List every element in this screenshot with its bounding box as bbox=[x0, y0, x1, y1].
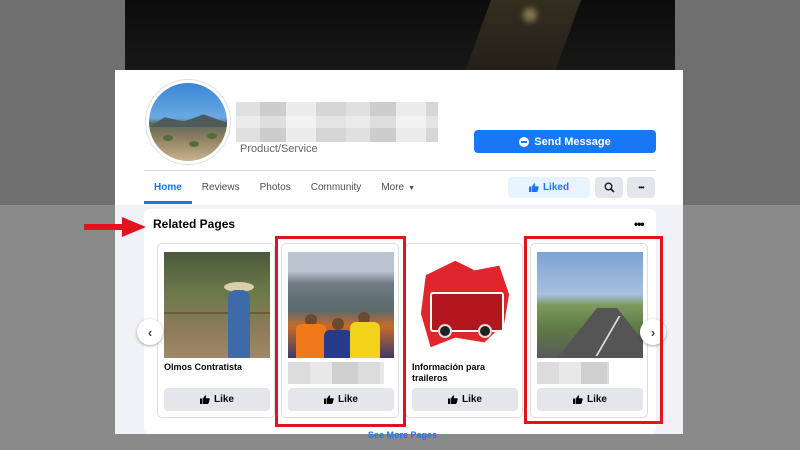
messenger-icon bbox=[519, 136, 530, 147]
ellipsis-icon: ••• bbox=[638, 183, 644, 192]
related-page-image[interactable] bbox=[412, 252, 518, 358]
search-icon bbox=[604, 182, 615, 193]
tab-reviews-label: Reviews bbox=[201, 182, 240, 193]
highlight-box bbox=[524, 236, 663, 424]
more-options-button[interactable]: ••• bbox=[627, 177, 655, 198]
image-person bbox=[228, 290, 250, 358]
like-label: Like bbox=[461, 394, 482, 405]
image-wheel bbox=[438, 324, 452, 338]
send-message-label: Send Message bbox=[534, 135, 611, 148]
profile-picture[interactable] bbox=[146, 80, 230, 164]
search-button[interactable] bbox=[595, 177, 623, 198]
like-button[interactable]: Like bbox=[412, 388, 518, 411]
red-arrow-icon bbox=[84, 217, 146, 237]
related-pages-more-icon[interactable]: ••• bbox=[634, 217, 645, 231]
page-tabs: Home Reviews Photos Community More ▼ bbox=[144, 176, 425, 204]
liked-label: Liked bbox=[542, 182, 570, 193]
related-page-card[interactable]: Olmos Contratista Like bbox=[157, 243, 275, 418]
tab-photos-label: Photos bbox=[259, 182, 291, 193]
tab-home-label: Home bbox=[154, 182, 182, 193]
thumbs-up-icon bbox=[447, 395, 458, 404]
tab-photos[interactable]: Photos bbox=[250, 176, 301, 204]
see-more-pages-link[interactable]: See More Pages bbox=[368, 430, 437, 440]
thumbs-up-icon bbox=[199, 395, 210, 404]
image-fence bbox=[164, 312, 270, 314]
liked-button[interactable]: Liked bbox=[508, 177, 590, 198]
carousel-prev-button[interactable]: ‹ bbox=[137, 319, 163, 345]
tab-more[interactable]: More ▼ bbox=[371, 176, 425, 204]
nav-divider bbox=[144, 170, 656, 171]
tab-home[interactable]: Home bbox=[144, 176, 192, 204]
cover-light bbox=[523, 8, 537, 22]
page-name-blurred bbox=[236, 102, 438, 142]
page-category: Product/Service bbox=[240, 143, 318, 155]
related-page-name[interactable]: Olmos Contratista bbox=[164, 362, 270, 373]
thumbs-up-icon bbox=[528, 183, 539, 192]
chevron-left-icon: ‹ bbox=[147, 324, 153, 340]
avatar-mountain bbox=[149, 114, 227, 127]
avatar-shrub bbox=[163, 135, 173, 141]
image-wheel bbox=[478, 324, 492, 338]
send-message-button[interactable]: Send Message bbox=[474, 130, 656, 153]
avatar-shrub bbox=[189, 141, 199, 147]
related-page-name[interactable]: Información para traileros bbox=[412, 362, 518, 384]
tab-community-label: Community bbox=[310, 182, 362, 193]
related-page-image[interactable] bbox=[164, 252, 270, 358]
like-label: Like bbox=[213, 394, 234, 405]
related-page-card[interactable]: Información para traileros Like bbox=[405, 243, 523, 418]
caret-down-icon: ▼ bbox=[408, 185, 416, 192]
tab-more-label: More bbox=[381, 182, 405, 193]
related-pages-title: Related Pages bbox=[153, 217, 236, 231]
like-button[interactable]: Like bbox=[164, 388, 270, 411]
avatar-shrub bbox=[207, 133, 217, 139]
tab-reviews[interactable]: Reviews bbox=[192, 176, 250, 204]
highlight-box bbox=[275, 236, 406, 427]
tab-community[interactable]: Community bbox=[301, 176, 372, 204]
